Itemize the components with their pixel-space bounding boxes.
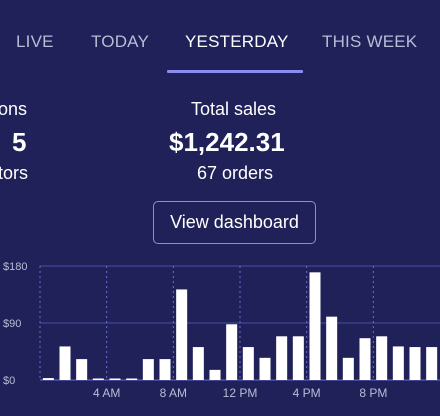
chart-bar <box>426 347 438 380</box>
tab-yesterday[interactable]: YESTERDAY <box>185 32 289 52</box>
chart-bar <box>226 324 238 380</box>
total-sales-value: $1,242.31 <box>169 127 285 157</box>
left-stat-value: 5 <box>12 127 27 157</box>
chart-bar <box>376 336 388 380</box>
chart-bar <box>409 347 421 380</box>
chart-bar <box>209 369 221 380</box>
total-sales-label: Total sales <box>191 99 277 119</box>
chart-bar <box>92 378 104 380</box>
x-tick-label: 4 AM <box>93 386 120 400</box>
chart-bar <box>159 359 171 380</box>
left-stat-sub: tors <box>0 163 29 183</box>
view-dashboard-button[interactable]: View dashboard <box>153 201 316 244</box>
chart-bar <box>192 347 204 380</box>
chart-bar <box>342 357 354 380</box>
y-tick-label: $180 <box>3 261 27 273</box>
chart-bar <box>392 346 404 380</box>
chart-bar <box>59 346 71 380</box>
chart-bar <box>76 359 88 380</box>
tab-this-week[interactable]: THIS WEEK <box>322 32 417 52</box>
chart-bar <box>276 336 288 380</box>
orders-count: 67 orders <box>197 163 274 183</box>
chart-bar <box>126 378 138 380</box>
sales-chart: $180 $90 $0 4 AM 8 AM 12 PM 4 PM 8 PM <box>0 252 440 411</box>
chart-bar <box>309 272 321 380</box>
x-tick-label: 12 PM <box>223 386 258 400</box>
chart-bar <box>242 347 254 380</box>
chart-bar <box>292 336 304 380</box>
x-tick-label: 8 AM <box>160 386 187 400</box>
x-tick-label: 4 PM <box>293 386 321 400</box>
tab-today[interactable]: TODAY <box>91 32 149 52</box>
chart-bar <box>176 289 188 380</box>
active-tab-indicator <box>167 70 303 73</box>
sales-chart-svg: $180 $90 $0 4 AM 8 AM 12 PM 4 PM 8 PM <box>3 261 440 400</box>
chart-bar <box>359 338 371 380</box>
chart-bar <box>326 316 338 380</box>
tab-live[interactable]: LIVE <box>16 32 54 52</box>
chart-bar <box>109 378 121 380</box>
left-stat-label: ons <box>0 99 28 119</box>
x-tick-label: 8 PM <box>359 386 387 400</box>
chart-bar <box>259 357 271 380</box>
y-tick-label: $0 <box>3 375 15 387</box>
chart-bar <box>42 378 54 380</box>
y-tick-label: $90 <box>3 318 21 330</box>
chart-bar <box>142 359 154 380</box>
period-tabs: LIVE TODAY YESTERDAY THIS WEEK <box>0 0 440 74</box>
